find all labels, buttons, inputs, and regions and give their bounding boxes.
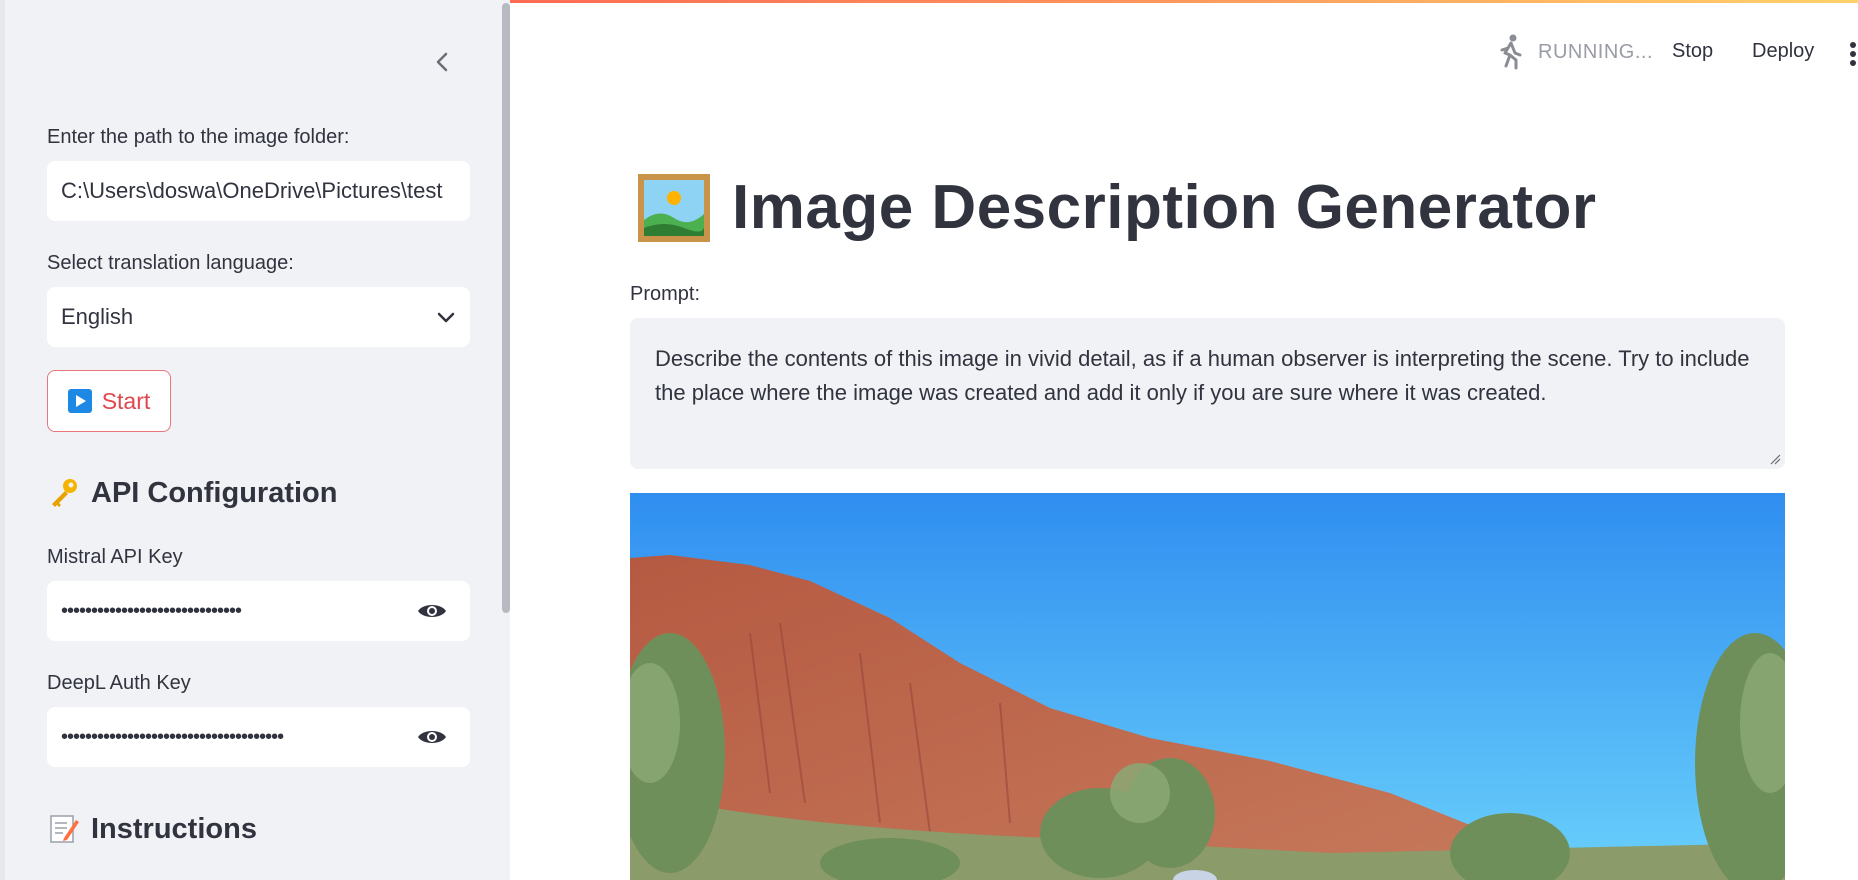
show-password-button[interactable] xyxy=(412,717,452,757)
instructions-heading: Instructions xyxy=(47,812,257,846)
start-button-label: Start xyxy=(101,387,151,414)
deepl-key-field[interactable]: ••••••••••••••••••••••••••••••••••••• xyxy=(47,707,470,767)
folder-path-field[interactable] xyxy=(47,161,470,221)
page-title: Image Description Generator xyxy=(638,172,1597,243)
mistral-key-input[interactable]: •••••••••••••••••••••••••••••• xyxy=(61,600,412,623)
deploy-button[interactable]: Deploy xyxy=(1752,40,1814,63)
folder-path-label: Enter the path to the image folder: xyxy=(47,126,350,148)
prompt-textarea[interactable]: Describe the contents of this image in v… xyxy=(630,318,1785,469)
chevron-left-icon xyxy=(436,52,448,72)
language-selected-value: English xyxy=(61,304,134,329)
key-icon xyxy=(52,479,77,507)
preview-image xyxy=(630,493,1785,880)
prompt-text: Describe the contents of this image in v… xyxy=(655,346,1750,405)
mistral-key-label: Mistral API Key xyxy=(47,546,183,568)
api-config-heading-text: API Configuration xyxy=(91,476,338,509)
eye-icon xyxy=(418,605,446,617)
folder-path-input[interactable] xyxy=(61,178,456,204)
eye-icon xyxy=(418,731,446,743)
kebab-menu-icon[interactable] xyxy=(1850,42,1858,66)
start-button[interactable]: Start xyxy=(47,370,171,432)
show-password-button[interactable] xyxy=(412,591,452,631)
language-label: Select translation language: xyxy=(47,252,294,274)
language-select[interactable]: English xyxy=(47,287,470,347)
play-icon xyxy=(67,389,92,413)
sidebar-scrollbar[interactable] xyxy=(502,3,510,613)
chevron-down-icon xyxy=(437,312,455,323)
page-title-text: Image Description Generator xyxy=(732,173,1597,242)
instructions-heading-text: Instructions xyxy=(91,812,257,845)
deepl-key-label: DeepL Auth Key xyxy=(47,672,191,694)
deepl-key-input[interactable]: ••••••••••••••••••••••••••••••••••••• xyxy=(61,726,412,749)
resize-handle-icon[interactable] xyxy=(1769,453,1781,465)
memo-icon xyxy=(50,815,79,843)
mistral-key-field[interactable]: •••••••••••••••••••••••••••••• xyxy=(47,581,470,641)
sidebar: Enter the path to the image folder: Sele… xyxy=(0,0,510,880)
stop-button[interactable]: Stop xyxy=(1672,40,1713,63)
prompt-label: Prompt: xyxy=(630,283,701,305)
status-text: RUNNING... xyxy=(1538,40,1653,63)
api-config-heading: API Configuration xyxy=(47,476,337,510)
running-man-icon xyxy=(1500,34,1522,70)
framed-picture-icon xyxy=(638,173,710,242)
running-status: RUNNING... xyxy=(1494,33,1653,71)
collapse-sidebar-button[interactable] xyxy=(425,44,461,80)
